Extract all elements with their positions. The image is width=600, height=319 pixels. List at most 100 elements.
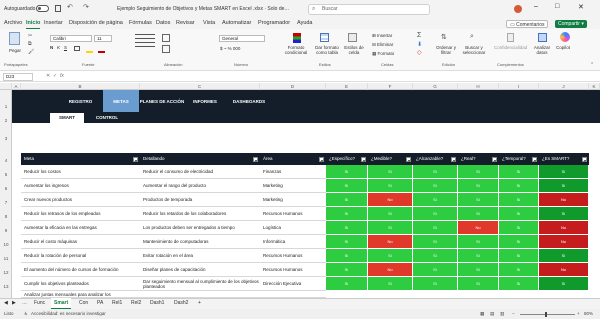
cell-criterion-a[interactable]: Sí [413, 165, 458, 179]
cell-criterion-m[interactable] [368, 291, 413, 298]
cell-criterion-e[interactable]: Sí [326, 165, 368, 179]
paste-icon[interactable] [9, 32, 20, 45]
borders-icon[interactable] [74, 46, 80, 51]
cell-detallando[interactable]: Reducir el consumo de electricidad [140, 165, 260, 179]
col-header-d[interactable]: D [260, 83, 326, 90]
cell-meta[interactable]: Analizar juntas mensuales para analizar … [21, 291, 140, 298]
cell-criterion-t[interactable] [499, 291, 539, 298]
col-header-e[interactable]: E [326, 83, 368, 90]
copy-icon[interactable]: ⧉ [28, 41, 32, 47]
cell-meta[interactable]: Aumentar los ingresos [21, 179, 140, 193]
zoom-level[interactable]: 80% [584, 311, 593, 316]
subnav-control[interactable]: CONTROL [84, 113, 130, 123]
cell-criterion-a[interactable]: Sí [413, 263, 458, 277]
cell-criterion-t[interactable]: Sí [499, 277, 539, 291]
normal-view-icon[interactable]: ▦ [480, 311, 484, 317]
sheet-tab-dash2[interactable]: Dash2 [174, 298, 188, 309]
filter-dropdown-icon[interactable] [532, 157, 537, 162]
add-sheet-button[interactable]: + [198, 298, 201, 309]
cell-criterion-e[interactable]: Sí [326, 249, 368, 263]
cell-meta[interactable]: Cumplir los objetivos planteados [21, 277, 140, 291]
cell-area[interactable]: Recursos Humanos [260, 249, 326, 263]
col-header-h[interactable]: H [458, 83, 499, 90]
filter-dropdown-icon[interactable] [406, 157, 411, 162]
cell-area[interactable]: Recursos Humanos [260, 263, 326, 277]
nav-registro[interactable]: REGISTRO [58, 90, 103, 112]
cell-criterion-a[interactable]: Sí [413, 249, 458, 263]
currency-button[interactable]: $ ~ % 000 [220, 46, 240, 51]
cell-detallando[interactable]: Productos de temporada [140, 193, 260, 207]
zoom-slider-thumb[interactable] [545, 312, 547, 317]
share-button[interactable]: Compartir ▾ [555, 20, 587, 28]
cell-criterion-a[interactable]: Sí [413, 235, 458, 249]
cell-criterion-e[interactable] [326, 291, 368, 298]
cell-criterion-s[interactable]: No [539, 263, 589, 277]
cell-criterion-e[interactable]: Sí [326, 221, 368, 235]
cell-criterion-r[interactable]: No [458, 221, 499, 235]
close-icon[interactable]: ✕ [578, 3, 584, 11]
menu-inicio[interactable]: Inicio [26, 18, 41, 29]
menu-automatizar[interactable]: Automatizar [222, 18, 251, 29]
format-table-button[interactable]: Dar formato como tabla [313, 45, 341, 55]
cell-meta[interactable]: Reducir los retrasos de los empleados [21, 207, 140, 221]
sheet-tab-rel1[interactable]: Rel1 [112, 298, 122, 309]
cell-criterion-m[interactable]: Sí [368, 207, 413, 221]
cell-criterion-m[interactable]: Sí [368, 249, 413, 263]
cut-icon[interactable]: ✂ [28, 33, 32, 39]
fill-color-icon[interactable] [86, 51, 93, 53]
cell-criterion-r[interactable]: Sí [458, 207, 499, 221]
cell-criterion-a[interactable]: Sí [413, 179, 458, 193]
cell-detallando[interactable]: Aumentar el rango del producto [140, 179, 260, 193]
page-layout-icon[interactable]: ▤ [490, 311, 494, 317]
nav-planes[interactable]: PLANES DE ACCIÓN [139, 90, 185, 112]
copilot-button[interactable]: Copilot [556, 45, 570, 50]
cell-criterion-e[interactable]: Sí [326, 207, 368, 221]
nav-informes[interactable]: INFORMES [185, 90, 225, 112]
enter-icon[interactable]: ✓ [53, 73, 57, 79]
cell-detallando[interactable] [140, 291, 260, 298]
cell-criterion-s[interactable]: No [539, 221, 589, 235]
formula-input[interactable] [72, 73, 592, 81]
menu-revisar[interactable]: Revisar [176, 18, 195, 29]
cell-criterion-s[interactable]: Sí [539, 207, 589, 221]
cell-criterion-s[interactable]: Sí [539, 249, 589, 263]
row-header[interactable]: 11 [0, 256, 12, 261]
sort-filter-icon[interactable]: ⇅ [441, 33, 447, 41]
cell-meta[interactable]: El aumento del número de cursos de forma… [21, 263, 140, 277]
cell-criterion-r[interactable]: Sí [458, 193, 499, 207]
copilot-icon[interactable] [560, 32, 570, 42]
nav-metas[interactable]: METAS [103, 90, 139, 112]
zoom-in-icon[interactable]: + [577, 311, 580, 316]
cell-detallando[interactable]: Dar seguimiento mensual al cumplimiento … [140, 277, 260, 291]
cell-criterion-t[interactable]: Sí [499, 221, 539, 235]
search-box[interactable]: ⌕ Buscar [308, 4, 430, 15]
insert-button[interactable]: ⊞ Insertar [372, 33, 392, 39]
cell-criterion-a[interactable] [413, 291, 458, 298]
cell-criterion-s[interactable]: No [539, 193, 589, 207]
cancel-icon[interactable]: ✕ [46, 73, 50, 79]
row-header[interactable]: 6 [0, 186, 12, 191]
ribbon-collapse-icon[interactable]: ⌃ [590, 62, 594, 68]
wrap-text-icon[interactable] [162, 34, 170, 42]
italic-button[interactable]: K [57, 45, 60, 50]
menu-datos[interactable]: Datos [156, 18, 170, 29]
cell-criterion-m[interactable]: No [368, 193, 413, 207]
cell-criterion-s[interactable]: No [539, 235, 589, 249]
row-header[interactable]: 10 [0, 242, 12, 247]
col-header-f[interactable]: F [368, 83, 413, 90]
sensitivity-icon[interactable] [507, 33, 514, 42]
subnav-smart[interactable]: SMART [50, 113, 84, 123]
cell-criterion-a[interactable]: Sí [413, 221, 458, 235]
cell-criterion-t[interactable]: Sí [499, 207, 539, 221]
col-header-c[interactable]: C [140, 83, 260, 90]
filter-dropdown-icon[interactable] [492, 157, 497, 162]
cell-criterion-r[interactable]: Sí [458, 277, 499, 291]
col-header-b[interactable]: B [21, 83, 140, 90]
cell-criterion-m[interactable]: Sí [368, 277, 413, 291]
cell-meta[interactable]: Aumentar la eficacia en las entregas [21, 221, 140, 235]
merge-icon[interactable] [162, 45, 170, 53]
sheet-tab-dash1[interactable]: Dash1 [150, 298, 164, 309]
find-select-icon[interactable]: ⌕ [470, 33, 474, 41]
cell-criterion-a[interactable]: Sí [413, 277, 458, 291]
fx-label[interactable]: fx [60, 73, 64, 79]
